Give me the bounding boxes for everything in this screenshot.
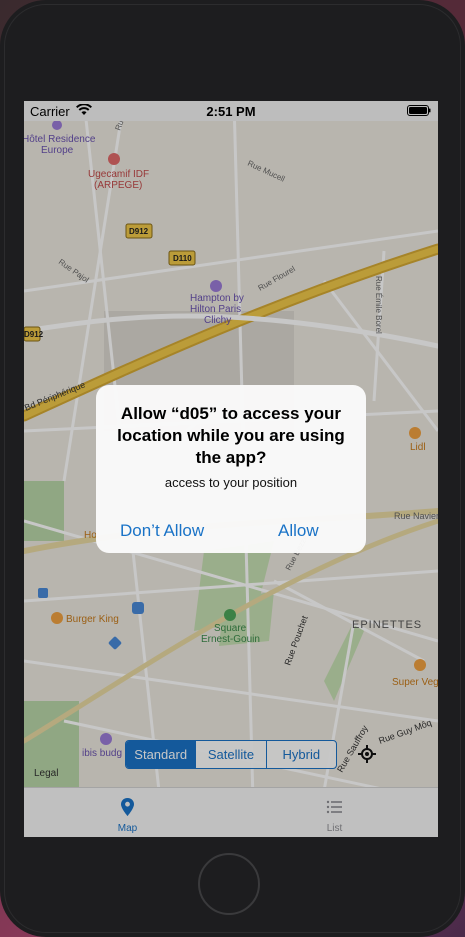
allow-button[interactable]: Allow <box>278 521 319 541</box>
iphone-device-frame: D912 D110 D912 Hôtel Residence Europe Ug… <box>0 0 465 937</box>
alert-title: Allow “d05” to access your location whil… <box>117 404 345 467</box>
location-permission-alert: Allow “d05” to access your location whil… <box>96 385 366 553</box>
alert-message: access to your position <box>164 475 298 490</box>
app-screen: D912 D110 D912 Hôtel Residence Europe Ug… <box>24 101 438 837</box>
alert-actions: Don’t Allow Allow <box>96 509 366 553</box>
home-button[interactable] <box>198 853 260 915</box>
dont-allow-button[interactable]: Don’t Allow <box>120 521 204 541</box>
